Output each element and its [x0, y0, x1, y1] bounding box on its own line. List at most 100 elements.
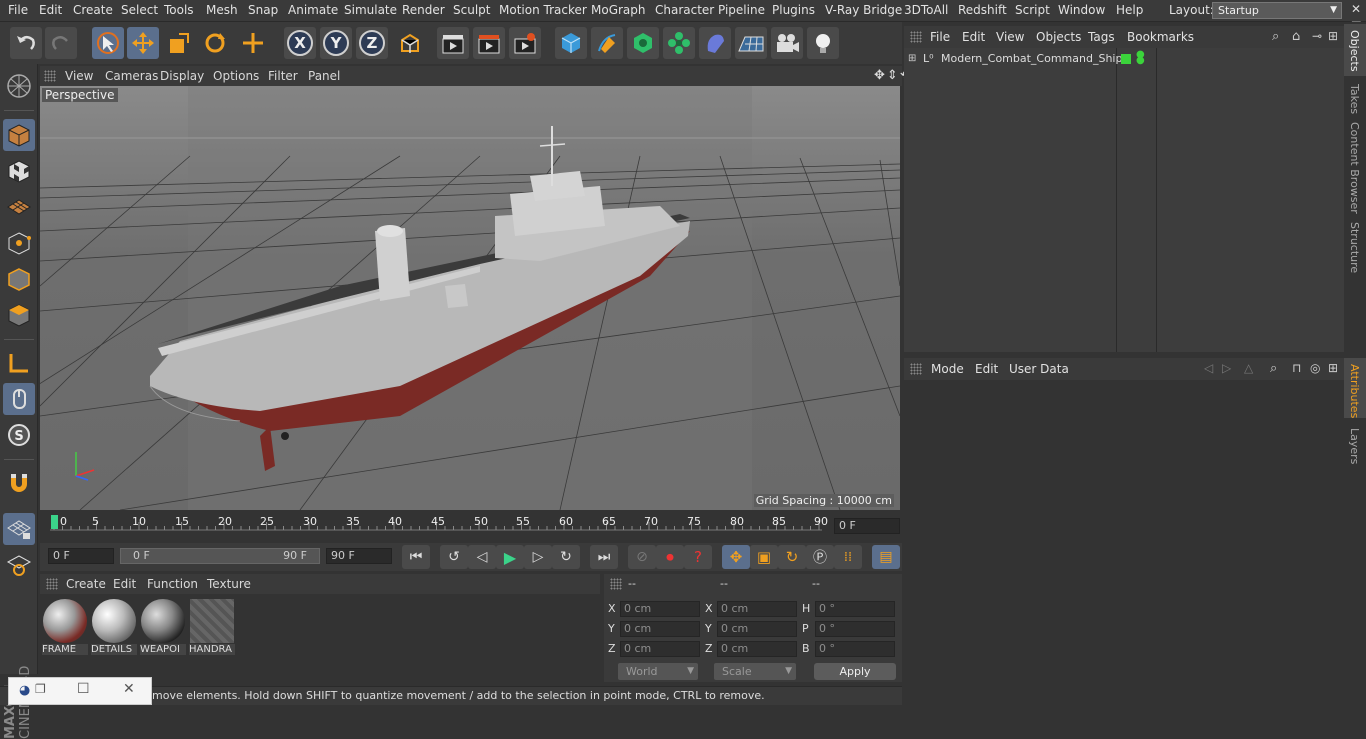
scale-tool-button[interactable] — [163, 27, 195, 59]
transform-tool-button[interactable] — [237, 27, 269, 59]
close-icon[interactable]: ✕ — [1346, 0, 1366, 18]
menu-plugins[interactable]: Plugins — [772, 3, 815, 17]
model-mode-button[interactable] — [3, 119, 35, 151]
forward-arrow-icon[interactable]: ▷ — [1222, 361, 1231, 375]
object-menu-file[interactable]: File — [930, 30, 950, 44]
lock-icon[interactable]: ⊓ — [1292, 361, 1301, 375]
move-tool-button[interactable] — [127, 27, 159, 59]
make-editable-button[interactable] — [3, 70, 35, 102]
add-deformer-button[interactable] — [699, 27, 731, 59]
rotate-tool-button[interactable] — [199, 27, 231, 59]
timeline-window-button[interactable]: ▤ — [872, 545, 900, 569]
viewport-menu-cameras[interactable]: Cameras — [105, 69, 158, 83]
polygons-mode-button[interactable] — [3, 299, 35, 331]
viewport-menu-options[interactable]: Options — [213, 69, 259, 83]
add-spline-button[interactable] — [591, 27, 623, 59]
size-x-field[interactable]: 0 cm — [717, 601, 797, 617]
viewport-menu-view[interactable]: View — [65, 69, 93, 83]
tweak-mode-button[interactable] — [3, 383, 35, 415]
menu-redshift[interactable]: Redshift — [958, 3, 1007, 17]
menu-character[interactable]: Character — [655, 3, 714, 17]
position-y-field[interactable]: 0 cm — [620, 621, 700, 637]
workplane-mode-button[interactable] — [3, 191, 35, 223]
coordinate-system-button[interactable] — [394, 27, 426, 59]
material-menu-texture[interactable]: Texture — [207, 577, 251, 591]
new-panel-icon[interactable]: ⊞ — [1328, 29, 1338, 43]
attribute-menu-edit[interactable]: Edit — [975, 362, 998, 376]
material-menu-create[interactable]: Create — [66, 577, 106, 591]
menu-simulate[interactable]: Simulate — [344, 3, 397, 17]
coordinate-mode-select[interactable]: World ▼ — [618, 663, 698, 680]
menu-tools[interactable]: Tools — [164, 3, 194, 17]
menu-file[interactable]: File — [8, 3, 28, 17]
object-row[interactable]: ⊞ L⁰ Modern_Combat_Command_Ship ●● — [904, 50, 1344, 68]
attribute-menu-mode[interactable]: Mode — [931, 362, 964, 376]
key-scale-button[interactable]: ▣ — [750, 545, 778, 569]
visibility-dots-icon[interactable]: ●● — [1136, 52, 1145, 64]
menu-sculpt[interactable]: Sculpt — [453, 3, 490, 17]
record-keys-button[interactable]: ⊘ — [628, 545, 656, 569]
object-menu-bookmarks[interactable]: Bookmarks — [1127, 30, 1194, 44]
layer-color-icon[interactable] — [1121, 54, 1131, 64]
frame-range-slider[interactable]: 0 F 90 F — [120, 548, 320, 564]
menu-motion-tracker[interactable]: Motion Tracker — [499, 3, 587, 17]
menu-create[interactable]: Create — [73, 3, 113, 17]
render-settings-button[interactable] — [509, 27, 541, 59]
menu-pipeline[interactable]: Pipeline — [718, 3, 765, 17]
key-rotation-button[interactable]: ↻ — [778, 545, 806, 569]
add-mograph-button[interactable] — [663, 27, 695, 59]
tab-attributes[interactable]: Attributes — [1348, 364, 1361, 418]
menu-select[interactable]: Select — [121, 3, 158, 17]
menu-edit[interactable]: Edit — [39, 3, 62, 17]
tab-layers[interactable]: Layers — [1348, 428, 1361, 464]
menu-script[interactable]: Script — [1015, 3, 1050, 17]
tab-structure[interactable]: Structure — [1348, 222, 1361, 273]
previous-key-button[interactable]: ↺ — [440, 545, 468, 569]
material-swatch[interactable]: HANDRA — [189, 598, 235, 656]
new-panel-icon[interactable]: ⊞ — [1328, 361, 1338, 375]
tab-takes[interactable]: Takes — [1348, 84, 1361, 114]
size-z-field[interactable]: 0 cm — [717, 641, 797, 657]
add-camera-button[interactable] — [771, 27, 803, 59]
edges-mode-button[interactable] — [3, 263, 35, 295]
layout-select[interactable]: Startup▼ — [1212, 2, 1342, 19]
attribute-menu-user-data[interactable]: User Data — [1009, 362, 1069, 376]
snap-button[interactable] — [3, 467, 35, 499]
previous-frame-button[interactable]: ◁ — [468, 545, 496, 569]
position-z-field[interactable]: 0 cm — [620, 641, 700, 657]
material-menu-function[interactable]: Function — [147, 577, 198, 591]
material-swatch[interactable]: DETAILS — [91, 598, 137, 656]
menu-help[interactable]: Help — [1116, 3, 1143, 17]
viewport-perspective[interactable]: Perspective Grid Spacing : 10000 cm — [40, 86, 900, 510]
add-light-button[interactable] — [807, 27, 839, 59]
x-axis-button[interactable]: X — [284, 27, 316, 59]
viewport-menu-panel[interactable]: Panel — [308, 69, 340, 83]
up-arrow-icon[interactable]: △ — [1244, 361, 1253, 375]
undo-button[interactable] — [10, 27, 42, 59]
next-key-button[interactable]: ↻ — [552, 545, 580, 569]
add-generator-button[interactable] — [627, 27, 659, 59]
tab-content-browser[interactable]: Content Browser — [1348, 122, 1361, 214]
menu-window[interactable]: Window — [1058, 3, 1105, 17]
next-frame-button[interactable]: ▷ — [524, 545, 552, 569]
texture-mode-button[interactable] — [3, 155, 35, 187]
dolly-icon[interactable]: ⇕ — [887, 68, 900, 83]
enable-axis-button[interactable] — [3, 347, 35, 379]
pan-icon[interactable]: ✥ — [874, 68, 887, 83]
apply-button[interactable]: Apply — [814, 663, 896, 680]
start-frame-field[interactable]: 0 F — [48, 548, 114, 564]
menu-snap[interactable]: Snap — [248, 3, 278, 17]
menu-render[interactable]: Render — [402, 3, 445, 17]
position-x-field[interactable]: 0 cm — [620, 601, 700, 617]
key-parameter-button[interactable]: Ⓟ — [806, 545, 834, 569]
material-swatch[interactable]: FRAME — [42, 598, 88, 656]
material-swatch[interactable]: WEAPOI — [140, 598, 186, 656]
menu-mograph[interactable]: MoGraph — [591, 3, 646, 17]
size-mode-select[interactable]: Scale ▼ — [714, 663, 796, 680]
solo-button[interactable]: S — [3, 419, 35, 451]
render-view-button[interactable] — [437, 27, 469, 59]
keyframe-selection-button[interactable]: ? — [684, 545, 712, 569]
live-selection-button[interactable] — [92, 27, 124, 59]
object-menu-objects[interactable]: Objects — [1036, 30, 1081, 44]
target-icon[interactable]: ◎ — [1310, 361, 1320, 375]
